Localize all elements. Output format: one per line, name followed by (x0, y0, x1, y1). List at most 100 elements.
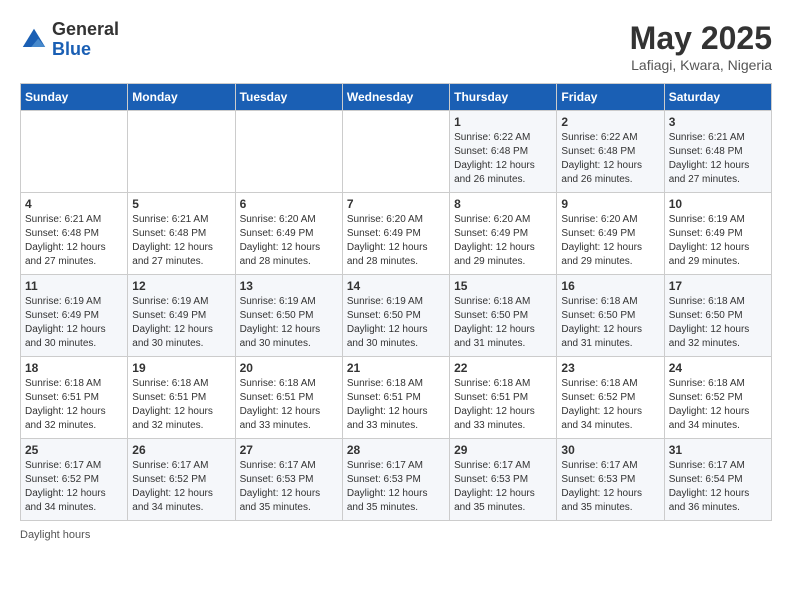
day-info: Sunrise: 6:18 AM Sunset: 6:51 PM Dayligh… (25, 377, 123, 433)
day-number: 23 (561, 361, 659, 375)
calendar-cell: 21Sunrise: 6:18 AM Sunset: 6:51 PM Dayli… (342, 357, 449, 439)
day-number: 18 (25, 361, 123, 375)
calendar-cell (342, 111, 449, 193)
day-info: Sunrise: 6:22 AM Sunset: 6:48 PM Dayligh… (454, 131, 552, 187)
day-info: Sunrise: 6:18 AM Sunset: 6:51 PM Dayligh… (454, 377, 552, 433)
calendar-cell: 13Sunrise: 6:19 AM Sunset: 6:50 PM Dayli… (235, 275, 342, 357)
calendar-cell: 25 Sunrise: 6:17 AM Sunset: 6:52 PM Dayli… (21, 439, 128, 521)
day-number: 9 (561, 197, 659, 211)
day-info: Sunrise: 6:22 AM Sunset: 6:48 PM Dayligh… (561, 131, 659, 187)
day-info: Sunrise: 6:21 AM Sunset: 6:48 PM Dayligh… (132, 213, 230, 269)
calendar-cell: 22 Sunrise: 6:18 AM Sunset: 6:51 PM Dayli… (450, 357, 557, 439)
day-number: 30 (561, 443, 659, 457)
calendar-cell: 7Sunrise: 6:20 AM Sunset: 6:49 PM Daylig… (342, 193, 449, 275)
day-info: Sunrise: 6:20 AM Sunset: 6:49 PM Dayligh… (240, 213, 338, 269)
calendar-cell: 30 Sunrise: 6:17 AM Sunset: 6:53 PM Dayli… (557, 439, 664, 521)
day-info: Sunrise: 6:18 AM Sunset: 6:52 PM Dayligh… (561, 377, 659, 433)
calendar-cell: 9Sunrise: 6:20 AM Sunset: 6:49 PM Daylig… (557, 193, 664, 275)
day-info: Sunrise: 6:17 AM Sunset: 6:53 PM Dayligh… (454, 459, 552, 515)
day-number: 8 (454, 197, 552, 211)
day-number: 11 (25, 279, 123, 293)
calendar-cell: 23 Sunrise: 6:18 AM Sunset: 6:52 PM Dayli… (557, 357, 664, 439)
footer: Daylight hours (20, 529, 772, 541)
month-title: May 2025 (630, 20, 772, 57)
calendar-week-row: 25 Sunrise: 6:17 AM Sunset: 6:52 PM Dayli… (21, 439, 772, 521)
logo-blue: Blue (52, 40, 119, 60)
daylight-label: Daylight hours (20, 529, 90, 541)
day-info: Sunrise: 6:17 AM Sunset: 6:52 PM Dayligh… (25, 459, 123, 515)
day-number: 26 (132, 443, 230, 457)
calendar-cell: 28Sunrise: 6:17 AM Sunset: 6:53 PM Dayli… (342, 439, 449, 521)
day-number: 17 (669, 279, 767, 293)
calendar-cell: 17Sunrise: 6:18 AM Sunset: 6:50 PM Dayli… (664, 275, 771, 357)
day-info: Sunrise: 6:18 AM Sunset: 6:51 PM Dayligh… (240, 377, 338, 433)
day-number: 29 (454, 443, 552, 457)
calendar-cell: 24 Sunrise: 6:18 AM Sunset: 6:52 PM Dayli… (664, 357, 771, 439)
day-info: Sunrise: 6:20 AM Sunset: 6:49 PM Dayligh… (454, 213, 552, 269)
day-number: 3 (669, 115, 767, 129)
day-number: 6 (240, 197, 338, 211)
day-number: 19 (132, 361, 230, 375)
calendar-cell: 5Sunrise: 6:21 AM Sunset: 6:48 PM Daylig… (128, 193, 235, 275)
day-info: Sunrise: 6:18 AM Sunset: 6:50 PM Dayligh… (561, 295, 659, 351)
title-block: May 2025 Lafiagi, Kwara, Nigeria (630, 20, 772, 73)
day-number: 16 (561, 279, 659, 293)
day-info: Sunrise: 6:18 AM Sunset: 6:52 PM Dayligh… (669, 377, 767, 433)
day-info: Sunrise: 6:19 AM Sunset: 6:50 PM Dayligh… (347, 295, 445, 351)
day-number: 24 (669, 361, 767, 375)
calendar-cell: 27 Sunrise: 6:17 AM Sunset: 6:53 PM Dayli… (235, 439, 342, 521)
column-header-tuesday: Tuesday (235, 84, 342, 111)
day-number: 21 (347, 361, 445, 375)
column-header-sunday: Sunday (21, 84, 128, 111)
calendar-cell: 3 Sunrise: 6:21 AM Sunset: 6:48 PM Daylig… (664, 111, 771, 193)
day-info: Sunrise: 6:17 AM Sunset: 6:52 PM Dayligh… (132, 459, 230, 515)
day-number: 12 (132, 279, 230, 293)
calendar-table: SundayMondayTuesdayWednesdayThursdayFrid… (20, 83, 772, 521)
calendar-cell: 12 Sunrise: 6:19 AM Sunset: 6:49 PM Dayli… (128, 275, 235, 357)
day-number: 25 (25, 443, 123, 457)
day-number: 27 (240, 443, 338, 457)
day-number: 28 (347, 443, 445, 457)
calendar-cell: 19Sunrise: 6:18 AM Sunset: 6:51 PM Dayli… (128, 357, 235, 439)
calendar-cell: 15 Sunrise: 6:18 AM Sunset: 6:50 PM Dayli… (450, 275, 557, 357)
calendar-cell: 1Sunrise: 6:22 AM Sunset: 6:48 PM Daylig… (450, 111, 557, 193)
calendar-cell: 10 Sunrise: 6:19 AM Sunset: 6:49 PM Dayli… (664, 193, 771, 275)
day-info: Sunrise: 6:19 AM Sunset: 6:49 PM Dayligh… (25, 295, 123, 351)
day-info: Sunrise: 6:19 AM Sunset: 6:50 PM Dayligh… (240, 295, 338, 351)
calendar-cell: 2 Sunrise: 6:22 AM Sunset: 6:48 PM Daylig… (557, 111, 664, 193)
day-number: 22 (454, 361, 552, 375)
day-number: 15 (454, 279, 552, 293)
calendar-week-row: 1Sunrise: 6:22 AM Sunset: 6:48 PM Daylig… (21, 111, 772, 193)
day-number: 10 (669, 197, 767, 211)
day-info: Sunrise: 6:21 AM Sunset: 6:48 PM Dayligh… (669, 131, 767, 187)
calendar-week-row: 18 Sunrise: 6:18 AM Sunset: 6:51 PM Dayli… (21, 357, 772, 439)
logo-general: General (52, 20, 119, 40)
column-header-friday: Friday (557, 84, 664, 111)
column-header-saturday: Saturday (664, 84, 771, 111)
calendar-cell: 14 Sunrise: 6:19 AM Sunset: 6:50 PM Dayli… (342, 275, 449, 357)
calendar-header-row: SundayMondayTuesdayWednesdayThursdayFrid… (21, 84, 772, 111)
calendar-week-row: 4Sunrise: 6:21 AM Sunset: 6:48 PM Daylig… (21, 193, 772, 275)
page-header: General Blue May 2025 Lafiagi, Kwara, Ni… (20, 20, 772, 73)
location: Lafiagi, Kwara, Nigeria (630, 57, 772, 73)
day-number: 2 (561, 115, 659, 129)
day-info: Sunrise: 6:18 AM Sunset: 6:50 PM Dayligh… (454, 295, 552, 351)
calendar-cell: 4Sunrise: 6:21 AM Sunset: 6:48 PM Daylig… (21, 193, 128, 275)
day-info: Sunrise: 6:17 AM Sunset: 6:54 PM Dayligh… (669, 459, 767, 515)
day-info: Sunrise: 6:17 AM Sunset: 6:53 PM Dayligh… (240, 459, 338, 515)
calendar-cell: 20Sunrise: 6:18 AM Sunset: 6:51 PM Dayli… (235, 357, 342, 439)
day-info: Sunrise: 6:19 AM Sunset: 6:49 PM Dayligh… (132, 295, 230, 351)
day-number: 14 (347, 279, 445, 293)
calendar-cell: 18 Sunrise: 6:18 AM Sunset: 6:51 PM Dayli… (21, 357, 128, 439)
day-info: Sunrise: 6:19 AM Sunset: 6:49 PM Dayligh… (669, 213, 767, 269)
calendar-cell: 11 Sunrise: 6:19 AM Sunset: 6:49 PM Dayli… (21, 275, 128, 357)
day-info: Sunrise: 6:17 AM Sunset: 6:53 PM Dayligh… (561, 459, 659, 515)
calendar-week-row: 11 Sunrise: 6:19 AM Sunset: 6:49 PM Dayli… (21, 275, 772, 357)
day-info: Sunrise: 6:20 AM Sunset: 6:49 PM Dayligh… (347, 213, 445, 269)
calendar-cell: 31Sunrise: 6:17 AM Sunset: 6:54 PM Dayli… (664, 439, 771, 521)
day-info: Sunrise: 6:21 AM Sunset: 6:48 PM Dayligh… (25, 213, 123, 269)
calendar-body: 1Sunrise: 6:22 AM Sunset: 6:48 PM Daylig… (21, 111, 772, 521)
logo-icon (20, 26, 48, 54)
logo-text: General Blue (52, 20, 119, 60)
column-header-monday: Monday (128, 84, 235, 111)
